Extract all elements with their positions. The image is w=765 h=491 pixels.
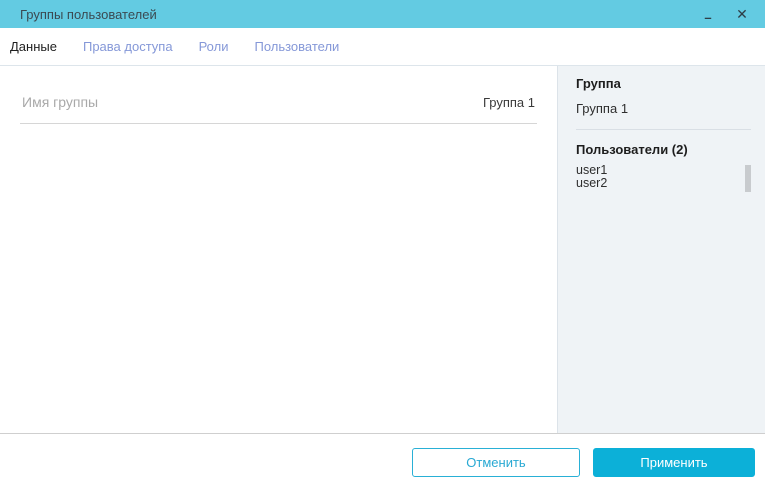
summary-panel: Группа Группа 1 Пользователи (2) user1 u… [557,66,765,433]
cancel-button[interactable]: Отменить [412,448,580,477]
users-header: Пользователи (2) [576,142,688,157]
scrollbar-thumb[interactable] [745,165,751,192]
group-value: Группа 1 [576,101,629,116]
group-name-value: Группа 1 [482,95,535,110]
group-header: Группа [576,76,621,91]
content-area: Имя группы Группа 1 Группа Группа 1 Поль… [0,66,765,433]
window-title: Группы пользователей [20,6,157,22]
minimize-icon[interactable]: – [691,0,725,28]
user-groups-dialog: Группы пользователей – ✕ Данные Права до… [0,0,765,491]
apply-button[interactable]: Применить [593,448,755,477]
panel-divider [576,129,751,130]
tab-roles[interactable]: Роли [199,39,229,54]
titlebar: Группы пользователей – ✕ [0,0,765,28]
footer: Отменить Применить [0,433,765,491]
group-name-placeholder: Имя группы [22,94,99,110]
window-controls: – ✕ [691,0,765,28]
tab-access-rights[interactable]: Права доступа [83,39,173,54]
close-icon[interactable]: ✕ [725,0,759,28]
tab-data[interactable]: Данные [10,39,57,54]
list-item: user2 [576,176,608,190]
users-list: user1 user2 [576,164,751,192]
tab-users[interactable]: Пользователи [254,39,339,54]
tab-bar: Данные Права доступа Роли Пользователи [0,28,765,66]
main-form: Имя группы Группа 1 [0,66,557,433]
group-name-field[interactable]: Имя группы Группа 1 [20,86,537,124]
